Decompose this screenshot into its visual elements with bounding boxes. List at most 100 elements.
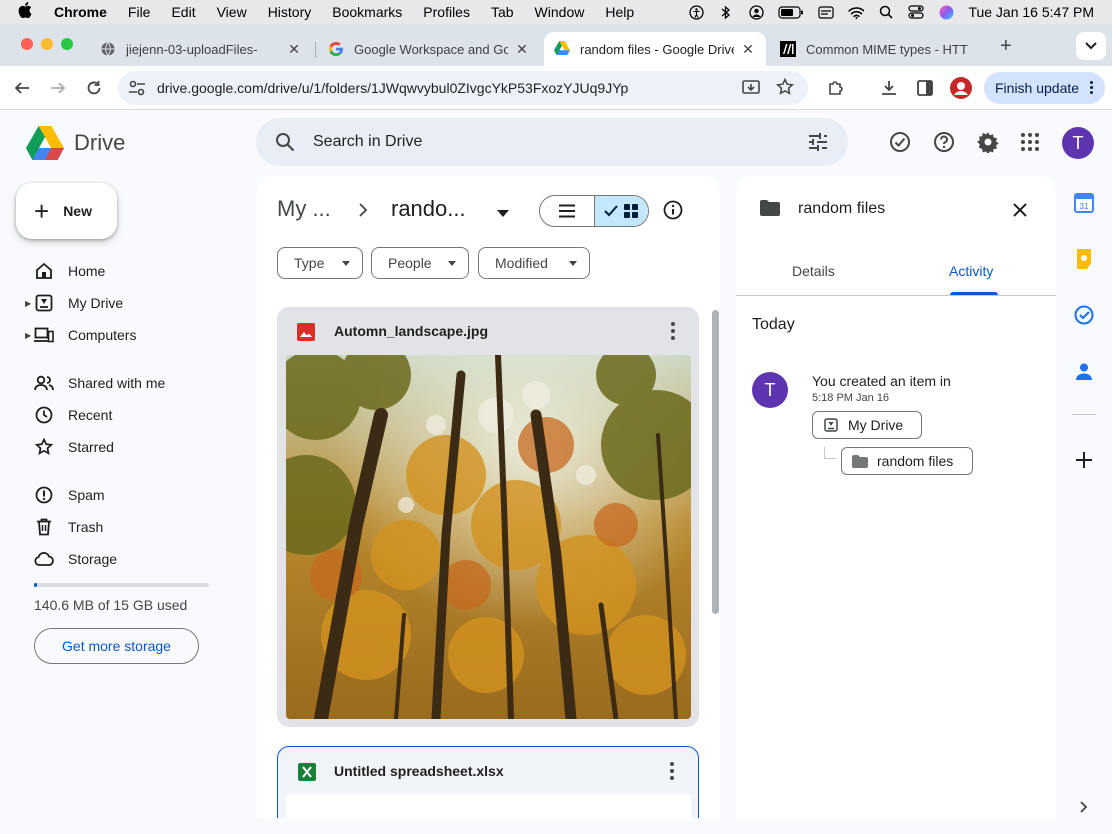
account-avatar[interactable]: T bbox=[1062, 127, 1094, 159]
nav-item-my-drive[interactable]: ▶ My Drive bbox=[16, 287, 236, 319]
nav-item-recent[interactable]: Recent bbox=[16, 399, 236, 431]
activity-child-chip[interactable]: random files bbox=[841, 447, 973, 475]
nav-item-trash[interactable]: Trash bbox=[16, 511, 236, 543]
control-center-icon[interactable] bbox=[908, 4, 925, 20]
address-url[interactable]: drive.google.com/drive/u/1/folders/1JWqw… bbox=[157, 80, 628, 96]
keep-icon[interactable] bbox=[1073, 248, 1095, 270]
filter-people-chip[interactable]: People bbox=[371, 247, 469, 279]
contacts-icon[interactable] bbox=[1073, 360, 1095, 382]
close-tab-icon[interactable]: ✕ bbox=[514, 41, 530, 58]
menu-file[interactable]: File bbox=[128, 4, 151, 20]
install-app-icon[interactable] bbox=[742, 79, 760, 100]
menu-view[interactable]: View bbox=[217, 4, 247, 20]
search-icon[interactable] bbox=[275, 132, 295, 155]
settings-gear-icon[interactable] bbox=[976, 130, 1000, 154]
menu-history[interactable]: History bbox=[268, 4, 312, 20]
extensions-puzzle-icon[interactable] bbox=[824, 76, 848, 100]
wifi-icon[interactable] bbox=[848, 4, 865, 20]
window-close-button[interactable] bbox=[21, 38, 33, 50]
browser-tab-1[interactable]: jiejenn-03-uploadFiles- ✕ bbox=[90, 32, 312, 66]
get-addons-plus-icon[interactable] bbox=[1073, 449, 1095, 471]
back-arrow-icon[interactable] bbox=[10, 76, 34, 100]
more-actions-icon[interactable] bbox=[663, 321, 683, 341]
image-file-icon bbox=[297, 323, 315, 341]
side-panel-icon[interactable] bbox=[913, 76, 937, 100]
window-minimize-button[interactable] bbox=[41, 38, 53, 50]
profile-avatar-icon[interactable] bbox=[949, 76, 973, 100]
new-tab-plus-icon[interactable]: + bbox=[1000, 35, 1012, 58]
close-icon[interactable] bbox=[1008, 198, 1032, 222]
apple-icon[interactable] bbox=[18, 1, 36, 23]
new-button[interactable]: + New bbox=[16, 183, 117, 239]
menubar-clock[interactable]: Tue Jan 16 5:47 PM bbox=[968, 4, 1094, 20]
menu-app-name[interactable]: Chrome bbox=[54, 4, 107, 20]
nav-item-spam[interactable]: Spam bbox=[16, 479, 236, 511]
menu-bookmarks[interactable]: Bookmarks bbox=[332, 4, 402, 20]
info-icon[interactable] bbox=[663, 200, 683, 220]
nav-item-starred[interactable]: Starred bbox=[16, 431, 236, 463]
more-actions-icon[interactable] bbox=[662, 761, 682, 781]
tab-title: jiejenn-03-uploadFiles- bbox=[126, 41, 258, 57]
menu-edit[interactable]: Edit bbox=[171, 4, 195, 20]
browser-tab-active[interactable]: random files - Google Drive ✕ bbox=[544, 32, 766, 66]
siri-icon[interactable] bbox=[938, 4, 954, 20]
user-icon[interactable] bbox=[748, 4, 764, 20]
nav-item-shared-with-me[interactable]: Shared with me bbox=[16, 367, 236, 399]
tasks-icon[interactable] bbox=[1073, 304, 1095, 326]
spotlight-search-icon[interactable] bbox=[878, 4, 894, 20]
scrollbar-thumb[interactable] bbox=[712, 310, 719, 614]
nav-item-storage[interactable]: Storage bbox=[16, 543, 236, 575]
filter-modified-chip[interactable]: Modified bbox=[478, 247, 590, 279]
tab-details[interactable]: Details bbox=[792, 263, 835, 279]
show-side-panel-chevron-icon[interactable] bbox=[1073, 796, 1095, 818]
get-more-storage-button[interactable]: Get more storage bbox=[34, 628, 199, 664]
close-tab-icon[interactable]: ✕ bbox=[286, 41, 302, 58]
tab-activity[interactable]: Activity bbox=[949, 263, 993, 279]
file-card[interactable]: Automn_landscape.jpg bbox=[277, 307, 699, 727]
window-zoom-button[interactable] bbox=[61, 38, 73, 50]
reload-icon[interactable] bbox=[82, 76, 106, 100]
list-view-button[interactable] bbox=[540, 196, 594, 226]
apps-grid-icon[interactable] bbox=[1018, 130, 1042, 154]
close-tab-icon[interactable]: ✕ bbox=[740, 41, 756, 58]
breadcrumb-current[interactable]: rando... bbox=[391, 196, 466, 222]
activity-description: You created an item in bbox=[812, 373, 951, 389]
accessibility-icon[interactable] bbox=[688, 4, 704, 20]
browser-tab-2[interactable]: Google Workspace and Goo ✕ bbox=[318, 32, 540, 66]
forward-arrow-icon[interactable] bbox=[46, 76, 70, 100]
grid-view-button[interactable] bbox=[593, 196, 648, 226]
expand-caret-icon[interactable]: ▶ bbox=[25, 299, 31, 308]
menu-window[interactable]: Window bbox=[535, 4, 585, 20]
address-bar[interactable]: drive.google.com/drive/u/1/folders/1JWqw… bbox=[118, 71, 808, 105]
site-settings-icon[interactable] bbox=[128, 80, 146, 99]
finish-update-button[interactable]: Finish update bbox=[984, 72, 1105, 104]
bluetooth-icon[interactable] bbox=[718, 4, 734, 20]
menu-tab[interactable]: Tab bbox=[491, 4, 514, 20]
downloads-icon[interactable] bbox=[877, 76, 901, 100]
breadcrumb-root[interactable]: My ... bbox=[277, 196, 331, 222]
browser-tab-4[interactable]: Common MIME types - HTT bbox=[770, 32, 992, 66]
drive-search-bar[interactable]: Search in Drive bbox=[256, 118, 848, 166]
activity-parent-chip[interactable]: My Drive bbox=[812, 411, 922, 439]
nav-item-home[interactable]: Home bbox=[16, 255, 236, 287]
folder-dropdown-icon[interactable] bbox=[497, 204, 509, 220]
menu-profiles[interactable]: Profiles bbox=[423, 4, 470, 20]
display-icon[interactable] bbox=[818, 4, 835, 20]
calendar-icon[interactable]: 31 bbox=[1073, 192, 1095, 214]
filter-type-chip[interactable]: Type bbox=[277, 247, 363, 279]
check-icon bbox=[604, 205, 619, 217]
offline-ready-icon[interactable] bbox=[888, 130, 912, 154]
battery-icon[interactable] bbox=[778, 4, 804, 20]
file-card-selected[interactable]: Untitled spreadsheet.xlsx bbox=[277, 746, 699, 818]
bookmark-star-icon[interactable] bbox=[775, 77, 795, 99]
help-icon[interactable] bbox=[932, 130, 956, 154]
tab-search-chevron-icon[interactable] bbox=[1076, 32, 1106, 60]
menu-help[interactable]: Help bbox=[605, 4, 634, 20]
nav-item-computers[interactable]: ▶ Computers bbox=[16, 319, 236, 351]
search-input[interactable]: Search in Drive bbox=[313, 133, 422, 151]
drive-logo[interactable]: Drive bbox=[26, 126, 125, 160]
search-options-icon[interactable] bbox=[808, 133, 828, 154]
globe-icon bbox=[100, 41, 116, 57]
home-icon bbox=[34, 261, 54, 281]
expand-caret-icon[interactable]: ▶ bbox=[25, 331, 31, 340]
